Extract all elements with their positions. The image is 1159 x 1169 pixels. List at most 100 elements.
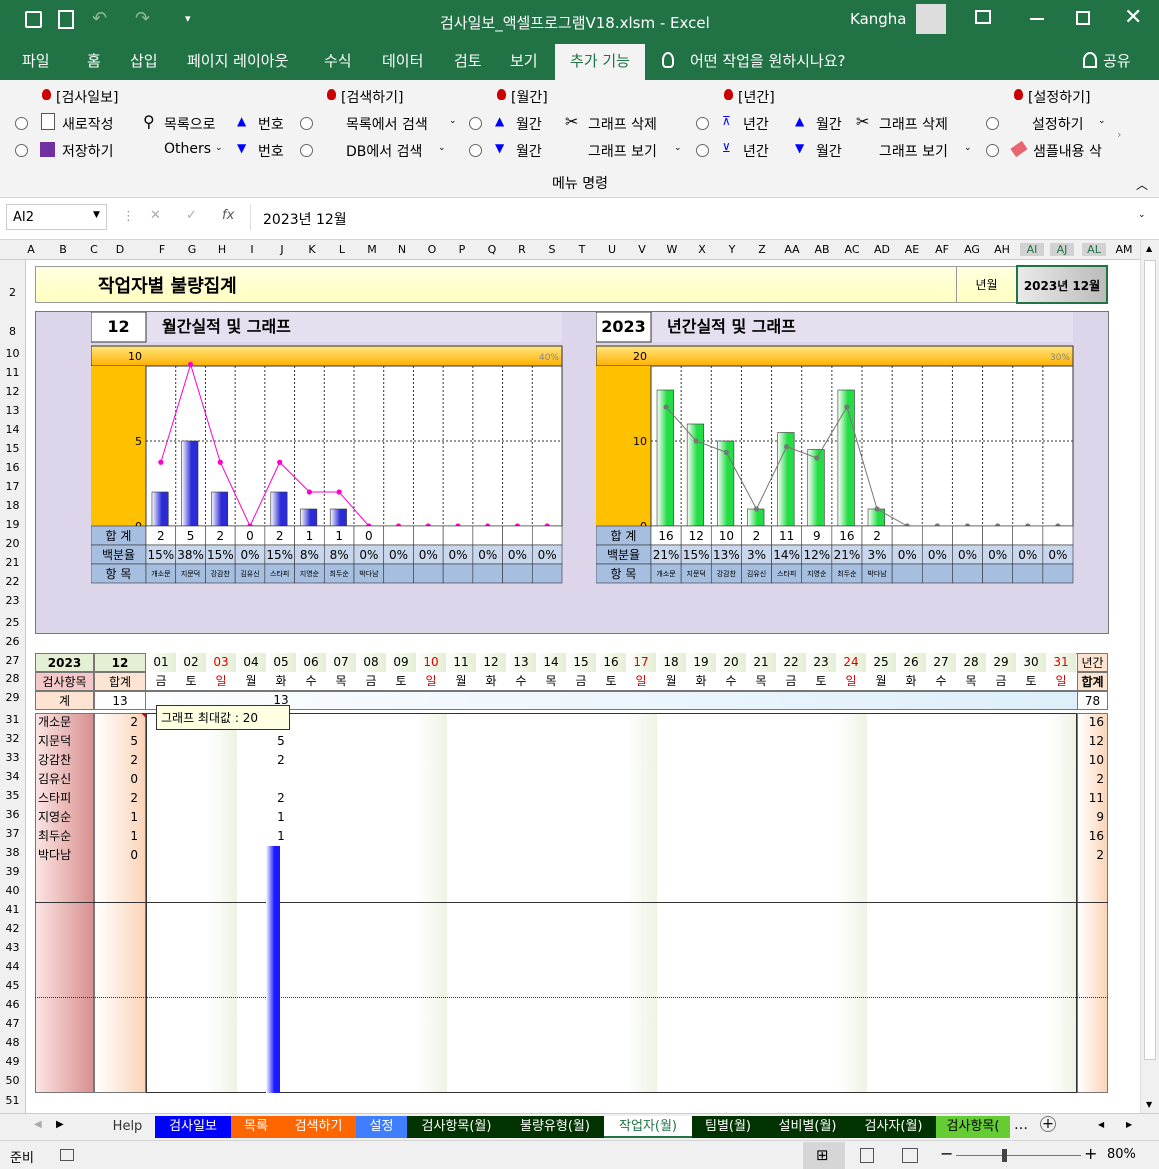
row-header[interactable]: 41 <box>0 903 25 916</box>
cancel-icon[interactable]: ✕ <box>150 208 161 223</box>
tab-formulas[interactable]: 수식 <box>324 50 352 71</box>
month-down-button[interactable]: 월간 <box>516 141 542 161</box>
row-header[interactable]: 18 <box>0 499 25 512</box>
row-header[interactable]: 49 <box>0 1055 25 1068</box>
tell-me-input[interactable]: 어떤 작업을 원하시나요? <box>690 50 846 71</box>
tab-insert[interactable]: 삽입 <box>130 50 158 71</box>
graph-view-button[interactable]: 그래프 보기 <box>588 141 657 161</box>
row-header[interactable]: 31 <box>0 713 25 726</box>
column-header[interactable]: D <box>108 243 132 256</box>
scroll-down-icon[interactable]: ▼ <box>1146 1100 1152 1109</box>
column-header[interactable]: G <box>180 243 204 256</box>
sheet-tab[interactable]: 검사항목(월) <box>407 1116 506 1138</box>
column-header[interactable]: C <box>82 243 106 256</box>
row-header[interactable]: 32 <box>0 732 25 745</box>
collapse-ribbon-icon[interactable]: ︿ <box>1136 176 1148 193</box>
tab-file[interactable]: 파일 <box>22 50 50 71</box>
zoom-out-icon[interactable]: − <box>940 1144 953 1163</box>
row-header[interactable]: 22 <box>0 575 25 588</box>
sample-delete-button[interactable]: 샘플내용 삭 <box>1033 141 1113 161</box>
print-preview-icon[interactable] <box>58 10 74 29</box>
column-header[interactable]: AG <box>960 243 984 256</box>
enter-icon[interactable]: ✓ <box>186 208 197 223</box>
tab-scroll-right-icon[interactable]: ▶ <box>56 1119 64 1130</box>
row-header[interactable]: 46 <box>0 998 25 1011</box>
radio-month-up[interactable] <box>469 117 482 130</box>
column-header[interactable]: AH <box>990 243 1014 256</box>
column-header[interactable]: R <box>510 243 534 256</box>
sheet-tab[interactable]: 검색하기 <box>281 1116 356 1138</box>
row-header[interactable]: 40 <box>0 884 25 897</box>
undo-icon[interactable]: ↶ <box>92 8 107 29</box>
column-header[interactable]: Q <box>480 243 504 256</box>
column-header[interactable]: P <box>450 243 474 256</box>
page-layout-view-icon[interactable] <box>860 1148 874 1163</box>
column-header[interactable]: S <box>540 243 564 256</box>
ribbon-scroll-right-icon[interactable]: › <box>1117 128 1121 141</box>
radio-search-list[interactable] <box>300 117 313 130</box>
column-header[interactable]: Z <box>750 243 774 256</box>
column-header[interactable]: AF <box>930 243 954 256</box>
fx-icon[interactable]: fx <box>222 208 234 223</box>
column-header[interactable]: O <box>420 243 444 256</box>
column-header[interactable]: AD <box>870 243 894 256</box>
tab-data[interactable]: 데이터 <box>382 50 423 71</box>
row-header[interactable]: 38 <box>0 846 25 859</box>
column-header[interactable]: U <box>600 243 624 256</box>
year-graph-view-button[interactable]: 그래프 보기 <box>879 141 948 161</box>
row-header[interactable]: 33 <box>0 751 25 764</box>
share-button[interactable]: 공유 <box>1103 50 1131 71</box>
row-header[interactable]: 27 <box>0 654 25 667</box>
sheet-tab[interactable]: 설정 <box>356 1116 407 1138</box>
zoom-level[interactable]: 80% <box>1107 1147 1136 1162</box>
column-header[interactable]: A <box>19 243 43 256</box>
year-graph-delete-button[interactable]: 그래프 삭제 <box>879 114 948 134</box>
radio-new[interactable] <box>15 117 28 130</box>
column-header[interactable]: Y <box>720 243 744 256</box>
row-header[interactable]: 28 <box>0 672 25 685</box>
page-break-view-icon[interactable] <box>902 1148 918 1163</box>
row-header[interactable]: 25 <box>0 616 25 629</box>
row-header[interactable]: 15 <box>0 442 25 455</box>
save-icon[interactable] <box>25 11 42 28</box>
month-up-button[interactable]: 월간 <box>516 114 542 134</box>
row-header[interactable]: 11 <box>0 366 25 379</box>
search-list-button[interactable]: 목록에서 검색 <box>346 114 428 134</box>
vertical-scrollbar[interactable]: ▲ ▼ <box>1140 240 1159 1113</box>
graph-delete-button[interactable]: 그래프 삭제 <box>588 114 657 134</box>
tab-view[interactable]: 보기 <box>510 50 538 71</box>
settings-button[interactable]: 설정하기 <box>1032 114 1084 134</box>
row-header[interactable]: 26 <box>0 635 25 648</box>
row-header[interactable]: 44 <box>0 960 25 973</box>
column-header[interactable]: F <box>150 243 174 256</box>
row-header[interactable]: 45 <box>0 979 25 992</box>
row-header[interactable]: 48 <box>0 1036 25 1049</box>
column-header[interactable]: AJ <box>1050 243 1074 256</box>
column-header[interactable]: I <box>240 243 264 256</box>
row-header[interactable]: 37 <box>0 827 25 840</box>
hscroll-left-icon[interactable]: ◀ <box>1098 1120 1104 1129</box>
radio-year-down[interactable] <box>696 144 709 157</box>
sheet-tab[interactable]: 설비별(월) <box>764 1116 851 1138</box>
row-header[interactable]: 50 <box>0 1074 25 1087</box>
row-header[interactable]: 29 <box>0 691 25 704</box>
year-month-down-button[interactable]: 월간 <box>816 141 842 161</box>
column-header[interactable]: AI <box>1020 243 1044 256</box>
column-header[interactable]: T <box>570 243 594 256</box>
num-down-button[interactable]: 번호 <box>258 141 284 161</box>
ym-value-cell[interactable]: 2023년 12월 <box>1016 265 1108 304</box>
row-header[interactable]: 19 <box>0 518 25 531</box>
radio-settings[interactable] <box>986 117 999 130</box>
column-header[interactable]: N <box>390 243 414 256</box>
row-header[interactable]: 42 <box>0 922 25 935</box>
column-header[interactable]: L <box>330 243 354 256</box>
sheet-grid[interactable]: 작업자별 불량집계 년월 2023년 12월 12월간실적 및 그래프05104… <box>26 260 1140 1113</box>
zoom-slider[interactable] <box>956 1155 1081 1156</box>
tab-addins[interactable]: 추가 기능 <box>555 44 645 80</box>
expand-formula-icon[interactable]: ⌄ <box>1138 210 1146 220</box>
row-header[interactable]: 20 <box>0 537 25 550</box>
column-header[interactable]: X <box>690 243 714 256</box>
row-header[interactable]: 12 <box>0 385 25 398</box>
sheet-tab[interactable]: 팀별(월) <box>692 1116 764 1138</box>
minimize-icon[interactable] <box>1030 18 1044 20</box>
